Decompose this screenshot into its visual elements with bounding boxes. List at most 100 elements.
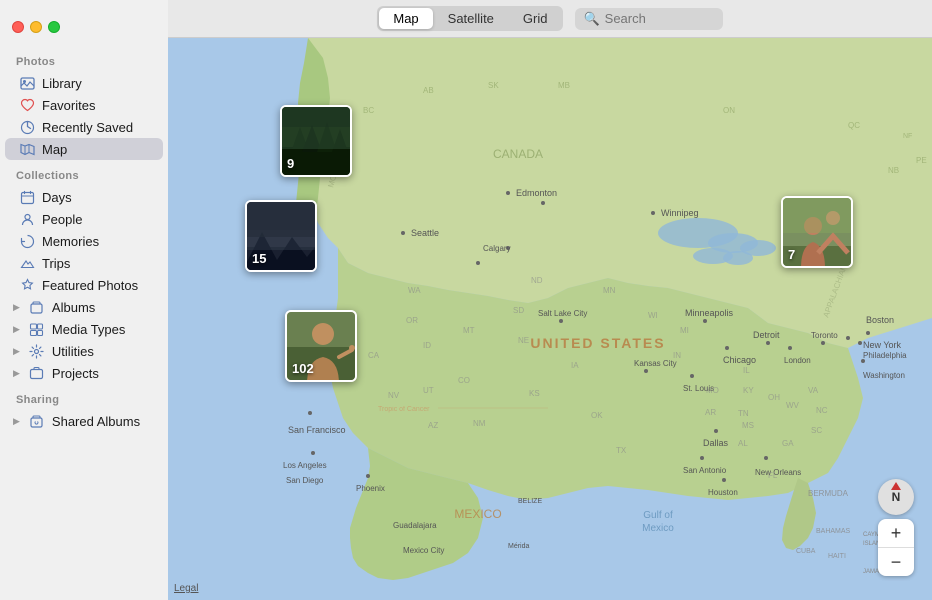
compass-button[interactable]: N [878, 479, 914, 515]
library-label: Library [42, 76, 82, 91]
minimize-button[interactable] [30, 21, 42, 33]
svg-text:Minneapolis: Minneapolis [685, 308, 734, 318]
svg-text:Chicago: Chicago [723, 355, 756, 365]
sidebar-item-people[interactable]: People [5, 208, 163, 230]
media-types-icon [29, 321, 45, 337]
view-satellite-button[interactable]: Satellite [434, 8, 508, 29]
svg-text:BAHAMAS: BAHAMAS [816, 528, 851, 535]
svg-text:BERMUDA: BERMUDA [808, 489, 849, 498]
sidebar-item-projects[interactable]: ▶ Projects [5, 362, 163, 384]
people-icon [19, 211, 35, 227]
svg-text:QC: QC [848, 121, 860, 130]
sidebar-item-memories[interactable]: Memories [5, 230, 163, 252]
memories-label: Memories [42, 234, 99, 249]
people-label: People [42, 212, 82, 227]
projects-label: Projects [52, 366, 99, 381]
maximize-button[interactable] [48, 21, 60, 33]
sidebar-item-trips[interactable]: Trips [5, 252, 163, 274]
sidebar-item-map[interactable]: Map [5, 138, 163, 160]
svg-text:CANADA: CANADA [493, 147, 543, 161]
shared-albums-chevron-icon: ▶ [13, 416, 20, 427]
svg-text:ON: ON [723, 106, 735, 115]
view-segment-control: Map Satellite Grid [377, 6, 563, 31]
albums-icon [29, 299, 45, 315]
svg-text:San Diego: San Diego [286, 476, 324, 485]
svg-text:IL: IL [743, 366, 750, 375]
svg-text:Winnipeg: Winnipeg [661, 208, 699, 218]
recently-saved-icon [19, 119, 35, 135]
traffic-lights [12, 21, 60, 33]
svg-text:NF: NF [903, 133, 912, 140]
photo-cluster-bc[interactable]: 9 [280, 105, 352, 177]
cluster-bc-count: 9 [287, 156, 294, 171]
featured-photos-icon [19, 277, 35, 293]
svg-text:Gulf of: Gulf of [643, 510, 673, 521]
svg-text:Phoenix: Phoenix [356, 484, 385, 493]
search-box[interactable]: 🔍 [575, 8, 722, 30]
days-label: Days [42, 190, 72, 205]
svg-text:Calgary: Calgary [483, 244, 511, 253]
sidebar-item-shared-albums[interactable]: ▶ Shared Albums [5, 410, 163, 432]
svg-text:MEXICO: MEXICO [454, 507, 501, 521]
search-input[interactable] [605, 11, 715, 26]
svg-text:PE: PE [916, 156, 927, 165]
sidebar-item-library[interactable]: Library [5, 72, 163, 94]
svg-text:MB: MB [558, 81, 570, 90]
view-grid-button[interactable]: Grid [509, 8, 562, 29]
sidebar-item-albums[interactable]: ▶ Albums [5, 296, 163, 318]
svg-text:Los Angeles: Los Angeles [283, 461, 327, 470]
svg-text:MN: MN [603, 286, 616, 295]
albums-chevron-icon: ▶ [13, 302, 20, 313]
svg-text:MT: MT [463, 326, 475, 335]
shared-albums-label: Shared Albums [52, 414, 140, 429]
featured-photos-label: Featured Photos [42, 278, 138, 293]
sidebar-item-days[interactable]: Days [5, 186, 163, 208]
svg-text:TX: TX [616, 446, 627, 455]
photo-cluster-wa[interactable]: 15 [245, 200, 317, 272]
svg-text:Guadalajara: Guadalajara [393, 521, 437, 530]
utilities-label: Utilities [52, 344, 94, 359]
svg-text:NV: NV [388, 391, 400, 400]
svg-text:NC: NC [816, 406, 828, 415]
svg-text:SK: SK [488, 81, 499, 90]
svg-text:NE: NE [518, 336, 529, 345]
sidebar-item-favorites[interactable]: Favorites [5, 94, 163, 116]
sidebar-item-featured-photos[interactable]: Featured Photos [5, 274, 163, 296]
photo-cluster-sf[interactable]: 102 [285, 310, 357, 382]
zoom-in-button[interactable]: + [878, 519, 914, 547]
utilities-icon [29, 343, 45, 359]
favorites-label: Favorites [42, 98, 95, 113]
svg-text:Detroit: Detroit [753, 330, 780, 340]
svg-text:VA: VA [808, 386, 819, 395]
map-area[interactable]: ROCKY MOUNTAINS APPALACHIAN UNITED STATE… [168, 38, 932, 600]
svg-text:ND: ND [531, 276, 543, 285]
albums-label: Albums [52, 300, 95, 315]
media-types-chevron-icon: ▶ [13, 324, 20, 335]
map-label: Map [42, 142, 67, 157]
sidebar-item-utilities[interactable]: ▶ Utilities [5, 340, 163, 362]
cluster-wa-count: 15 [252, 251, 266, 266]
svg-text:CO: CO [458, 376, 470, 385]
sharing-section-label: Sharing [0, 384, 168, 410]
view-map-button[interactable]: Map [379, 8, 432, 29]
svg-text:New Orleans: New Orleans [755, 468, 801, 477]
zoom-out-button[interactable]: − [878, 548, 914, 576]
svg-text:London: London [784, 356, 811, 365]
photo-cluster-east[interactable]: 7 [781, 196, 853, 268]
legal-link[interactable]: Legal [174, 583, 198, 594]
svg-text:Toronto: Toronto [811, 331, 838, 340]
search-icon: 🔍 [583, 11, 599, 27]
svg-text:Washington: Washington [863, 371, 905, 380]
svg-text:Edmonton: Edmonton [516, 188, 557, 198]
svg-text:AB: AB [423, 86, 434, 95]
svg-text:SD: SD [513, 306, 524, 315]
sidebar-item-recently-saved[interactable]: Recently Saved [5, 116, 163, 138]
map-icon [19, 141, 35, 157]
cluster-sf-count: 102 [292, 361, 314, 376]
sidebar-item-media-types[interactable]: ▶ Media Types [5, 318, 163, 340]
map-controls: N + − [878, 479, 914, 576]
collections-section-label: Collections [0, 160, 168, 186]
svg-text:MO: MO [706, 386, 719, 395]
close-button[interactable] [12, 21, 24, 33]
svg-text:NB: NB [888, 166, 899, 175]
